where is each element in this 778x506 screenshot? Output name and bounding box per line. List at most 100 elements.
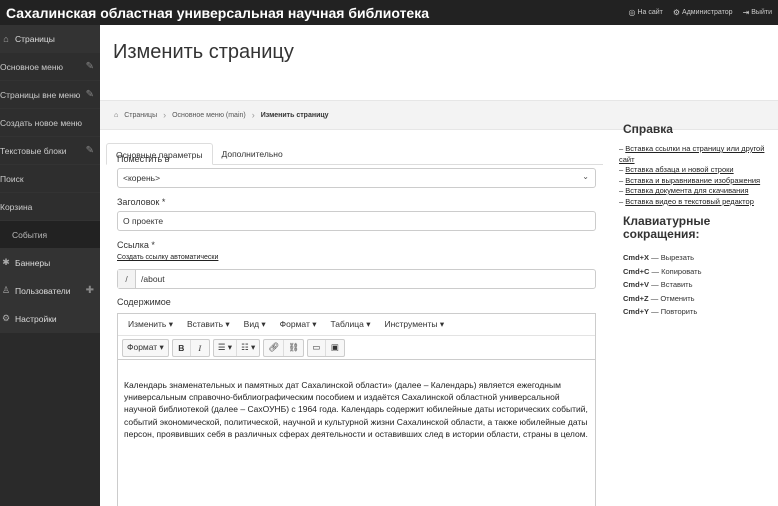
logout-link-label: Выйти — [751, 9, 772, 16]
brand-title[interactable]: Сахалинская областная универсальная науч… — [0, 5, 429, 21]
gear-icon: ⚙ — [672, 7, 681, 17]
content-label: Содержимое — [117, 297, 171, 307]
sidebar-item-label: Баннеры — [15, 257, 51, 268]
sidebar-item-events[interactable]: События — [0, 221, 100, 249]
sidebar-item-text-blocks[interactable]: Текстовые блоки ✎ — [0, 137, 100, 165]
top-links: ◎ На сайт ⚙ Администратор ⇥ Выйти — [628, 7, 778, 17]
help-panel: Справка – Вставка ссылки на страницу или… — [619, 122, 778, 319]
shortcut-key: Cmd+Z — [623, 293, 649, 303]
link-icon[interactable]: 🔗︎ — [264, 339, 285, 356]
list-group: ☰ ▾ ☷ ▾ — [212, 338, 261, 357]
sidebar-item-label: Настройки — [15, 313, 57, 324]
sidebar-item-label: Пользователи — [15, 285, 71, 296]
media-group: ▭ ▣ — [306, 338, 345, 357]
page-title: Изменить страницу — [113, 41, 294, 63]
tabs: Основные параметры Дополнительно — [106, 143, 603, 165]
title-input[interactable]: О проекте — [117, 211, 596, 231]
main-area: Изменить страницу ⌂ Страницы › Основное … — [100, 25, 778, 506]
link-input[interactable]: /about — [136, 274, 165, 284]
shortcut-action: Копировать — [661, 266, 702, 276]
sidebar-item-label: Создать новое меню — [0, 117, 82, 128]
sidebar-item-main-menu[interactable]: Основное меню ✎ — [0, 53, 100, 81]
menu-table[interactable]: Таблица ▾ — [331, 319, 371, 330]
logout-icon: ⇥ — [742, 7, 750, 17]
edit-icon[interactable]: ✎ — [86, 89, 94, 100]
sidebar-item-banners[interactable]: ✱ Баннеры — [0, 249, 100, 277]
sidebar-item-trash[interactable]: Корзина — [0, 193, 100, 221]
help-link-text[interactable]: Вставка абзаца и новой строки — [625, 165, 733, 174]
bold-button[interactable]: B — [173, 339, 191, 356]
shortcut-action: Вставить — [660, 280, 693, 289]
sidebar-item-pages[interactable]: ⌂ Страницы — [0, 25, 100, 53]
home-icon: ⌂ — [3, 33, 9, 44]
shortcut-key: Cmd+Y — [623, 307, 650, 316]
help-link-text[interactable]: Вставка ссылки на страницу или другой са… — [619, 144, 764, 164]
sidebar-item-label: Страницы вне меню — [0, 89, 81, 100]
gear-icon: ⚙ — [1, 313, 11, 323]
image-icon[interactable]: ▣ — [326, 340, 344, 356]
breadcrumb-item-pages[interactable]: Страницы — [124, 112, 157, 119]
admin-link-label: Администратор — [682, 9, 733, 16]
home-icon: ⌂ — [114, 111, 119, 119]
menu-edit[interactable]: Изменить ▾ — [128, 319, 173, 330]
menu-view[interactable]: Вид ▾ — [244, 319, 266, 330]
sidebar-item-offmenu-pages[interactable]: Страницы вне меню ✎ — [0, 81, 100, 109]
admin-link[interactable]: ⚙ Администратор — [672, 7, 733, 17]
chevron-right-icon: › — [251, 110, 255, 120]
help-link[interactable]: – Вставка и выравнивание изображения — [619, 176, 778, 187]
top-bar: Сахалинская областная универсальная науч… — [0, 0, 778, 25]
unlink-icon[interactable]: ⛓︎ — [284, 340, 303, 356]
bullet-list-icon[interactable]: ☰ ▾ — [214, 339, 238, 356]
italic-button[interactable]: I — [191, 340, 209, 356]
editor-toolbar: Формат ▾ B I ☰ ▾ ☷ ▾ 🔗︎ ⛓︎ ▭ ▣ — [118, 336, 595, 360]
help-links: – Вставка ссылки на страницу или другой … — [619, 144, 778, 207]
link-field[interactable]: / /about — [117, 269, 596, 289]
help-link[interactable]: – Вставка ссылки на страницу или другой … — [619, 144, 778, 165]
numbered-list-icon[interactable]: ☷ ▾ — [237, 340, 259, 356]
site-link-label: На сайт — [637, 9, 663, 16]
document-icon[interactable]: ▭ — [308, 339, 326, 356]
sidebar-item-label: Текстовые блоки — [0, 145, 67, 156]
sidebar-item-search[interactable]: Поиск — [0, 165, 100, 193]
title-label: Заголовок * — [117, 197, 166, 207]
add-user-icon[interactable]: ✚ — [86, 285, 94, 296]
sidebar-item-label: Поиск — [0, 173, 24, 184]
site-link[interactable]: ◎ На сайт — [628, 8, 663, 17]
link-group: 🔗︎ ⛓︎ — [263, 338, 304, 357]
help-link[interactable]: – Вставка документа для скачивания — [619, 186, 778, 197]
help-link-text[interactable]: Вставка и выравнивание изображения — [625, 176, 760, 185]
edit-icon[interactable]: ✎ — [86, 61, 94, 72]
help-link[interactable]: – Вставка видео в текстовый редактор — [619, 197, 778, 208]
place-label: Поместить в — [117, 154, 170, 164]
logout-link[interactable]: ⇥ Выйти — [742, 7, 772, 17]
sidebar: ⌂ Страницы Основное меню ✎ Страницы вне … — [0, 25, 100, 506]
menu-insert[interactable]: Вставить ▾ — [187, 319, 230, 330]
shortcut-row: Cmd+X — Вырезать — [623, 253, 695, 262]
sidebar-item-create-menu[interactable]: Создать новое меню — [0, 109, 100, 137]
breadcrumb-item-current: Изменить страницу — [260, 111, 329, 119]
breadcrumb-item-main-menu[interactable]: Основное меню (main) — [172, 112, 246, 119]
link-prefix: / — [118, 270, 136, 288]
auto-link-button[interactable]: Создать ссылку автоматически — [117, 254, 218, 261]
menu-tools[interactable]: Инструменты ▾ — [384, 319, 444, 330]
edit-icon[interactable]: ✎ — [86, 145, 94, 156]
help-link[interactable]: – Вставка абзаца и новой строки — [619, 165, 778, 176]
help-link-text[interactable]: Вставка видео в текстовый редактор — [625, 197, 754, 206]
tab-additional[interactable]: Дополнительно — [213, 143, 292, 164]
chevron-down-icon: ⌄ — [582, 172, 589, 181]
sidebar-item-settings[interactable]: ⚙ Настройки — [0, 305, 100, 333]
shortcut-key: Cmd+V — [623, 280, 650, 289]
editor-menubar: Изменить ▾ Вставить ▾ Вид ▾ Формат ▾ Таб… — [118, 314, 595, 336]
shortcut-row: Cmd+V — Вставить — [623, 280, 693, 289]
star-icon: ✱ — [2, 257, 10, 267]
help-title: Справка — [623, 122, 673, 136]
shortcuts-list: Cmd+X — Вырезать Cmd+C — Копировать Cmd+… — [623, 251, 778, 319]
editor-content[interactable]: Календарь знаменательных и памятных дат … — [118, 360, 595, 440]
sidebar-item-label: Корзина — [0, 201, 33, 212]
place-select[interactable]: <корень> ⌄ — [117, 168, 596, 188]
shortcut-row: Cmd+C — Копировать — [623, 266, 702, 276]
help-link-text[interactable]: Вставка документа для скачивания — [625, 186, 748, 195]
menu-format[interactable]: Формат ▾ — [280, 319, 317, 330]
sidebar-item-users[interactable]: ♙ Пользователи ✚ — [0, 277, 100, 305]
format-dropdown-button[interactable]: Формат ▾ — [123, 340, 168, 356]
